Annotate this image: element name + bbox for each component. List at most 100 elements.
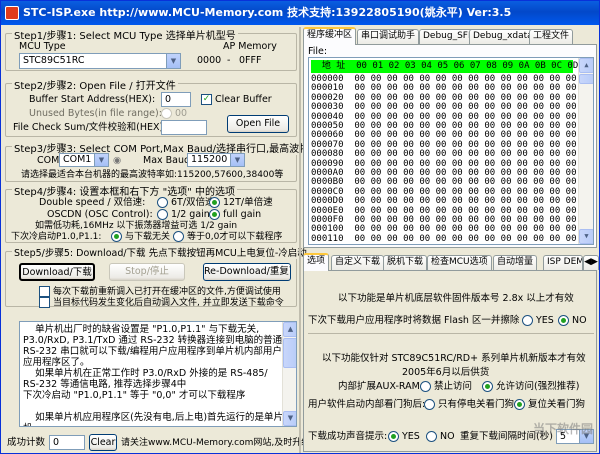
tab-check-mcu[interactable]: 检查MCU选项 [427, 255, 492, 270]
success-count-label: 成功计数 [7, 437, 46, 448]
ap-end: 0FFF [239, 55, 262, 66]
right-tabs: 程序缓冲区 串口调试助手 Debug_SFR Debug_xdata 工程文件 [303, 27, 599, 45]
log-scrollbar[interactable]: ▲ ▼ [282, 322, 296, 426]
window-title: STC-ISP.exe http://www.MCU-Memory.com 技术… [23, 6, 512, 19]
reset-shut-radio[interactable] [514, 399, 525, 410]
sound-label: 下载成功声音提示: [308, 431, 388, 442]
unused-bytes-label: Unused Bytes(in file range): [29, 108, 162, 119]
buffer-start-field[interactable]: 0 [161, 92, 191, 107]
scroll-down-icon[interactable]: ▼ [283, 411, 296, 426]
hex-scrollbar[interactable]: ▲ ▼ [578, 58, 593, 244]
open-file-button[interactable]: Open File [227, 115, 289, 133]
sound-yes-radio[interactable] [388, 431, 399, 442]
tab-custom-download[interactable]: 自定义下载 [331, 255, 385, 270]
app-icon [5, 6, 19, 20]
aux-forbid-label: 禁止访问 [434, 381, 473, 392]
reload-checkbox[interactable] [39, 286, 50, 297]
aux-ram-label: 内部扩展AUX-RAM: [338, 381, 424, 392]
p10-opt2-radio[interactable] [173, 231, 184, 242]
flash-erase-yes-radio[interactable] [522, 315, 533, 326]
program-buffer-panel: File: 地 址 00 01 02 03 04 05 06 07 08 09 … [303, 44, 597, 248]
unused-bytes-value: 00 [175, 108, 188, 119]
flash-erase-no-radio[interactable] [558, 315, 569, 326]
mcu-type-select[interactable]: STC89C51RC ▼ [19, 53, 181, 69]
reset-label: 用户软件启动内部看门狗后: [308, 399, 426, 410]
title-bar: STC-ISP.exe http://www.MCU-Memory.com 技术… [1, 1, 599, 25]
date-text: 2005年6月以后供货 [402, 367, 490, 378]
step2-title: Step2/步骤2: Open File / 打开文件 [12, 77, 178, 92]
clear-buffer-checkbox[interactable]: ✓ [201, 94, 212, 105]
unused-bytes-radio[interactable] [161, 108, 172, 119]
log-text: 单片机出厂时的缺省设置是 "P1.0,P1.1" 与下载无关, P3.0/RxD… [23, 324, 284, 426]
clear-buffer-label: Clear Buffer [215, 94, 272, 105]
p10-opt2-label: 等于0,0才可以下载程序 [187, 232, 283, 242]
step5-title: Step5/步骤5: Download/下载 先点下载按钮再MCU上电复位-冷启… [12, 245, 309, 259]
checksum-label: File Check Sum/文件校验和(HEX): [13, 122, 167, 133]
port-status-icon: ◉ [113, 155, 122, 166]
stop-button[interactable]: Stop/停止 [109, 263, 185, 281]
p10-opt1-radio[interactable] [111, 231, 122, 242]
watermark: 当下软件园 [532, 422, 593, 436]
tab-project-file[interactable]: 工程文件 [529, 29, 574, 44]
sound-yes-label: YES [402, 431, 420, 442]
stc-rd-text: 以下功能仅针对 STC89C51RC/RD+ 系列单片机新版本才有效 [322, 353, 586, 364]
option-tabs: 选项 自定义下载 脱机下载 检查MCU选项 自动增量 ISP DEMO ◀▶ [303, 253, 599, 271]
p10-label: 下次冷启动P1.0,P1.1: [11, 232, 102, 242]
step1-title: Step1/步骤1: Select MCU Type 选择单片机型号 [12, 27, 238, 42]
tab-debug-xdata[interactable]: Debug_xdata [469, 29, 537, 44]
tab-serial-assistant[interactable]: 串口调试助手 [357, 29, 420, 44]
reset-wdt-only-radio[interactable] [424, 399, 435, 410]
hex-viewer[interactable]: 地 址 00 01 02 03 04 05 06 07 08 09 0A 0B … [308, 57, 594, 245]
baud-note: 请选择最适合本台机器的最高波特率如:115200,57600,38400等 [21, 170, 284, 180]
com-port-select[interactable]: COM1 ▼ [59, 153, 109, 167]
upgrade-note: 请关注www.MCU-Memory.com网站,及时升级 [121, 438, 311, 448]
log-box[interactable]: 单片机出厂时的缺省设置是 "P1.0,P1.1" 与下载无关, P3.0/RxD… [19, 321, 297, 427]
tab-offline-download[interactable]: 脱机下载 [383, 255, 428, 270]
scroll-up-icon[interactable]: ▲ [579, 58, 593, 73]
step4-title: Step4/步骤4: 设置本框和右下方 "选项" 中的选项 [12, 183, 237, 198]
download-button[interactable]: Download/下载 [19, 263, 95, 281]
sound-no-label: NO [440, 431, 455, 442]
p10-opt1-label: 与下载无关 [125, 232, 171, 242]
ap-dash: - [227, 55, 231, 66]
flash-erase-no-label: NO [572, 315, 587, 326]
speed-12t-label: 12T/单倍速 [223, 197, 273, 208]
main-window: STC-ISP.exe http://www.MCU-Memory.com 技术… [0, 0, 600, 454]
scroll-thumb[interactable] [283, 338, 296, 368]
divider [308, 333, 594, 334]
hex-header: 地 址 00 01 02 03 04 05 06 07 08 09 0A 0B … [311, 60, 594, 73]
reset-wdt-only-label: 只有停电关看门狗 [438, 399, 515, 410]
sound-no-radio[interactable] [426, 431, 437, 442]
scroll-up-icon[interactable]: ▲ [283, 322, 296, 337]
redownload-button[interactable]: Re-Download/重复下载 [203, 263, 291, 281]
tab-program-buffer[interactable]: 程序缓冲区 [303, 27, 357, 45]
max-baud-label: Max Baud: [143, 155, 194, 166]
aux-allow-radio[interactable] [482, 381, 493, 392]
tab-scroll-icon[interactable]: ◀▶ [583, 255, 599, 270]
chevron-down-icon: ▼ [94, 154, 108, 166]
scroll-down-icon[interactable]: ▼ [579, 229, 593, 244]
auto-reload-checkbox[interactable] [39, 297, 50, 308]
speed-12t-radio[interactable] [209, 197, 220, 208]
chevron-down-icon: ▼ [166, 54, 180, 68]
tab-options[interactable]: 选项 [303, 253, 330, 271]
reset-shut-label: 复位关看门狗 [528, 399, 586, 410]
osc-full-radio[interactable] [209, 209, 220, 220]
fw-version-text: 以下功能是单片机底层软件固件版本号 2.8x 以上才有效 [338, 293, 574, 304]
hex-row: 000110 00 00 00 00 00 00 00 00 00 00 00 … [311, 233, 594, 244]
scroll-thumb[interactable] [579, 74, 593, 84]
chevron-down-icon: ▼ [230, 154, 244, 166]
tab-auto-increment[interactable]: 自动增量 [493, 255, 538, 270]
osc-half-radio[interactable] [157, 209, 168, 220]
speed-6t-radio[interactable] [157, 197, 168, 208]
max-baud-select[interactable]: 115200 ▼ [187, 153, 245, 167]
double-speed-label: Double speed / 双倍速: [39, 197, 146, 208]
aux-forbid-radio[interactable] [420, 381, 431, 392]
clear-button[interactable]: Clear [89, 434, 117, 451]
aux-allow-label: 允许访问(强烈推荐) [496, 381, 580, 392]
tab-isp-demo[interactable]: ISP DEMO [543, 255, 583, 270]
buffer-start-label: Buffer Start Address(HEX): [29, 94, 156, 105]
success-count-field: 0 [49, 435, 85, 450]
flash-erase-yes-label: YES [536, 315, 554, 326]
splitter [299, 27, 301, 453]
